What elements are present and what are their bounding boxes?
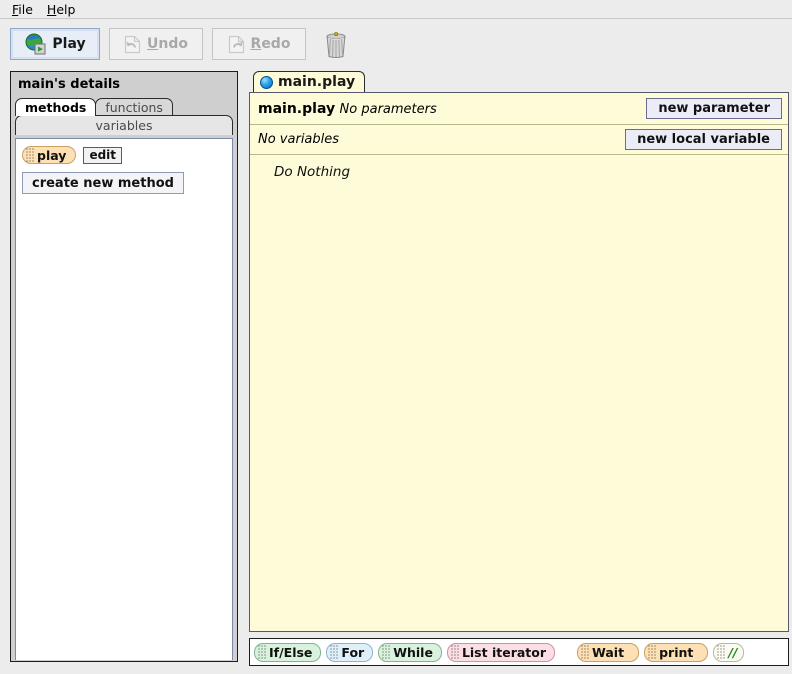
drag-grip-icon bbox=[382, 645, 391, 659]
do-nothing-statement[interactable]: Do Nothing bbox=[274, 164, 788, 180]
new-local-variable-button[interactable]: new local variable bbox=[625, 129, 782, 150]
undo-icon bbox=[124, 35, 141, 54]
menu-help[interactable]: Help bbox=[41, 1, 84, 18]
edit-method-button[interactable]: edit bbox=[83, 147, 122, 164]
play-button[interactable]: Play bbox=[10, 28, 100, 60]
drag-grip-icon bbox=[581, 645, 590, 659]
new-parameter-button[interactable]: new parameter bbox=[646, 98, 782, 119]
menu-help-mnemonic: H bbox=[47, 2, 56, 17]
editor-body: main.play No parameters new parameter No… bbox=[249, 92, 789, 632]
undo-button[interactable]: Undo bbox=[109, 28, 203, 60]
details-tabstrip: methods functions bbox=[11, 97, 237, 116]
redo-icon bbox=[228, 35, 245, 54]
palette-tile-list-iterator[interactable]: List iterator bbox=[447, 643, 555, 662]
code-editor-panel: main.play main.play No parameters new pa… bbox=[248, 71, 792, 666]
palette-tile-comment-label: // bbox=[728, 645, 737, 660]
palette-tile-for-label: For bbox=[341, 645, 364, 660]
palette-tile-while-label: While bbox=[393, 645, 433, 660]
drag-grip-icon bbox=[717, 645, 726, 659]
method-tile-play[interactable]: play bbox=[22, 146, 76, 164]
method-row: play edit bbox=[22, 146, 226, 164]
trash-can-icon[interactable] bbox=[323, 29, 349, 59]
toolbar: Play Undo Redo bbox=[0, 19, 792, 69]
drag-grip-icon bbox=[451, 645, 460, 659]
menu-help-rest: elp bbox=[56, 2, 75, 17]
method-signature-params: No parameters bbox=[340, 102, 437, 117]
drag-grip-icon bbox=[26, 148, 35, 162]
palette-tile-if-else-label: If/Else bbox=[269, 645, 312, 660]
palette-tile-list-iterator-label: List iterator bbox=[462, 645, 546, 660]
redo-button[interactable]: Redo bbox=[212, 28, 306, 60]
tab-functions[interactable]: functions bbox=[95, 98, 173, 116]
tile-palette: If/Else For While List iterator Wait p bbox=[249, 638, 789, 666]
method-signature-name: main.play bbox=[258, 101, 335, 117]
main-area: main's details methods functions variabl… bbox=[0, 69, 792, 674]
method-signature: main.play No parameters bbox=[258, 101, 437, 117]
menu-file[interactable]: File bbox=[6, 1, 41, 18]
menu-file-rest: ile bbox=[18, 2, 33, 17]
blue-sphere-icon bbox=[260, 76, 273, 89]
page-title: main's details bbox=[11, 72, 237, 97]
create-new-method-button[interactable]: create new method bbox=[22, 172, 184, 194]
drag-grip-icon bbox=[648, 645, 657, 659]
palette-tile-wait-label: Wait bbox=[592, 645, 624, 660]
drag-grip-icon bbox=[330, 645, 339, 659]
globe-play-icon bbox=[24, 33, 46, 55]
undo-mnemonic: U bbox=[147, 36, 158, 52]
variables-row: No variables new local variable bbox=[250, 125, 788, 155]
methods-list: play edit create new method bbox=[15, 138, 233, 660]
palette-tile-wait[interactable]: Wait bbox=[577, 643, 639, 662]
details-panel: main's details methods functions variabl… bbox=[10, 71, 238, 662]
no-variables-label: No variables bbox=[258, 132, 339, 147]
tab-methods[interactable]: methods bbox=[15, 98, 96, 116]
redo-button-label: Redo bbox=[251, 36, 291, 52]
parameters-row: main.play No parameters new parameter bbox=[250, 93, 788, 125]
tab-variables[interactable]: variables bbox=[15, 115, 233, 135]
drag-grip-icon bbox=[258, 645, 267, 659]
palette-tile-print[interactable]: print bbox=[644, 643, 708, 662]
palette-tile-for[interactable]: For bbox=[326, 643, 373, 662]
menu-bar: File Help bbox=[0, 0, 792, 19]
palette-tile-while[interactable]: While bbox=[378, 643, 442, 662]
tab-main-play-label: main.play bbox=[278, 74, 355, 90]
code-canvas[interactable]: Do Nothing bbox=[250, 155, 788, 631]
tab-main-play[interactable]: main.play bbox=[253, 71, 365, 92]
editor-tabstrip: main.play bbox=[248, 71, 792, 92]
undo-button-label: Undo bbox=[147, 36, 188, 52]
redo-mnemonic: R bbox=[251, 36, 262, 52]
play-button-label: Play bbox=[52, 36, 85, 52]
palette-tile-if-else[interactable]: If/Else bbox=[254, 643, 321, 662]
palette-tile-comment[interactable]: // bbox=[713, 643, 743, 662]
method-tile-label: play bbox=[37, 148, 66, 163]
palette-tile-print-label: print bbox=[659, 645, 693, 660]
